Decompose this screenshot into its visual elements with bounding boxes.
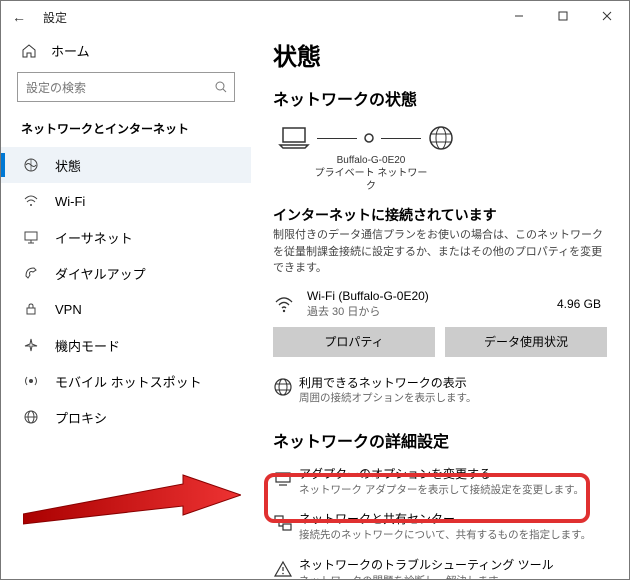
sidebar-home[interactable]: ホーム xyxy=(1,33,251,68)
data-usage-button[interactable]: データ使用状況 xyxy=(445,327,607,357)
window-title: 設定 xyxy=(43,9,67,26)
sidebar-item-airplane[interactable]: 機内モード xyxy=(1,327,251,363)
link-subtitle: ネットワークの問題を診断し、解決します。 xyxy=(299,574,554,579)
search-input[interactable]: 設定の検索 xyxy=(17,72,235,102)
sidebar-item-label: ダイヤルアップ xyxy=(55,264,146,283)
wifi-since: 過去 30 日から xyxy=(307,303,557,319)
hotspot-icon xyxy=(21,373,41,389)
globe-icon xyxy=(427,124,455,152)
ethernet-icon xyxy=(21,229,41,245)
link-title: ネットワークのトラブルシューティング ツール xyxy=(299,557,554,574)
sidebar-item-label: プロキシ xyxy=(55,408,107,427)
search-icon xyxy=(214,80,228,94)
sharing-icon xyxy=(273,511,299,533)
sidebar-item-vpn[interactable]: VPN xyxy=(1,291,251,327)
sidebar-item-dialup[interactable]: ダイヤルアップ xyxy=(1,255,251,291)
properties-button[interactable]: プロパティ xyxy=(273,327,435,357)
wifi-icon xyxy=(273,293,295,315)
sidebar-item-hotspot[interactable]: モバイル ホットスポット xyxy=(1,363,251,399)
link-subtitle: 周囲の接続オプションを表示します。 xyxy=(299,391,476,406)
section-advanced-settings: ネットワークの詳細設定 xyxy=(273,428,607,452)
close-button[interactable] xyxy=(585,1,629,31)
sidebar-item-ethernet[interactable]: イーサネット xyxy=(1,219,251,255)
router-dot-icon xyxy=(363,132,375,144)
laptop-icon xyxy=(277,125,311,151)
section-network-status: ネットワークの状態 xyxy=(273,86,607,110)
sidebar-item-label: 機内モード xyxy=(55,336,120,355)
troubleshoot-link[interactable]: ネットワークのトラブルシューティング ツール ネットワークの問題を診断し、解決し… xyxy=(273,557,607,579)
sharing-center-link[interactable]: ネットワークと共有センター 接続先のネットワークについて、共有するものを指定しま… xyxy=(273,511,607,542)
proxy-icon xyxy=(21,409,41,425)
link-subtitle: ネットワーク アダプターを表示して接続設定を変更します。 xyxy=(299,483,584,498)
globe-icon xyxy=(273,375,299,397)
search-placeholder: 設定の検索 xyxy=(26,79,86,96)
show-networks-link[interactable]: 利用できるネットワークの表示 周囲の接続オプションを表示します。 xyxy=(273,375,607,406)
sidebar-item-wifi[interactable]: Wi-Fi xyxy=(1,183,251,219)
wifi-name: Wi-Fi (Buffalo-G-0E20) xyxy=(307,289,557,303)
sidebar-item-label: モバイル ホットスポット xyxy=(55,372,202,391)
page-title: 状態 xyxy=(273,37,607,72)
sidebar-home-label: ホーム xyxy=(51,41,90,60)
status-icon xyxy=(21,157,41,173)
sidebar-item-label: VPN xyxy=(55,302,82,317)
warning-icon xyxy=(273,557,299,579)
diagram-line xyxy=(317,138,357,139)
wifi-usage-row: Wi-Fi (Buffalo-G-0E20) 過去 30 日から 4.96 GB xyxy=(273,289,607,319)
minimize-button[interactable] xyxy=(497,1,541,31)
diagram-line xyxy=(381,138,421,139)
sidebar-item-label: イーサネット xyxy=(55,228,133,247)
back-button[interactable]: ← xyxy=(9,9,29,25)
maximize-button[interactable] xyxy=(541,1,585,31)
diagram-router-name: Buffalo-G-0E20 xyxy=(311,154,431,167)
adapter-icon xyxy=(273,466,299,488)
vpn-icon xyxy=(21,301,41,317)
sidebar-item-status[interactable]: 状態 xyxy=(1,147,251,183)
airplane-icon xyxy=(21,337,41,353)
link-title: アダプターのオプションを変更する xyxy=(299,466,584,483)
wifi-icon xyxy=(21,193,41,209)
link-title: 利用できるネットワークの表示 xyxy=(299,375,476,392)
diagram-network-kind: プライベート ネットワーク xyxy=(311,167,431,193)
link-subtitle: 接続先のネットワークについて、共有するものを指定します。 xyxy=(299,528,591,543)
wifi-usage: 4.96 GB xyxy=(557,297,601,311)
link-title: ネットワークと共有センター xyxy=(299,511,591,528)
connected-description: 制限付きのデータ通信プランをお使いの場合は、このネットワークを従量制課金接続に設… xyxy=(273,227,607,277)
sidebar-item-label: 状態 xyxy=(55,156,81,175)
network-diagram xyxy=(273,120,607,154)
sidebar-item-proxy[interactable]: プロキシ xyxy=(1,399,251,435)
connected-heading: インターネットに接続されています xyxy=(273,205,607,225)
sidebar-category: ネットワークとインターネット xyxy=(1,112,251,147)
home-icon xyxy=(21,43,41,59)
dialup-icon xyxy=(21,265,41,281)
adapter-options-link[interactable]: アダプターのオプションを変更する ネットワーク アダプターを表示して接続設定を変… xyxy=(273,466,607,497)
sidebar-item-label: Wi-Fi xyxy=(55,194,85,209)
